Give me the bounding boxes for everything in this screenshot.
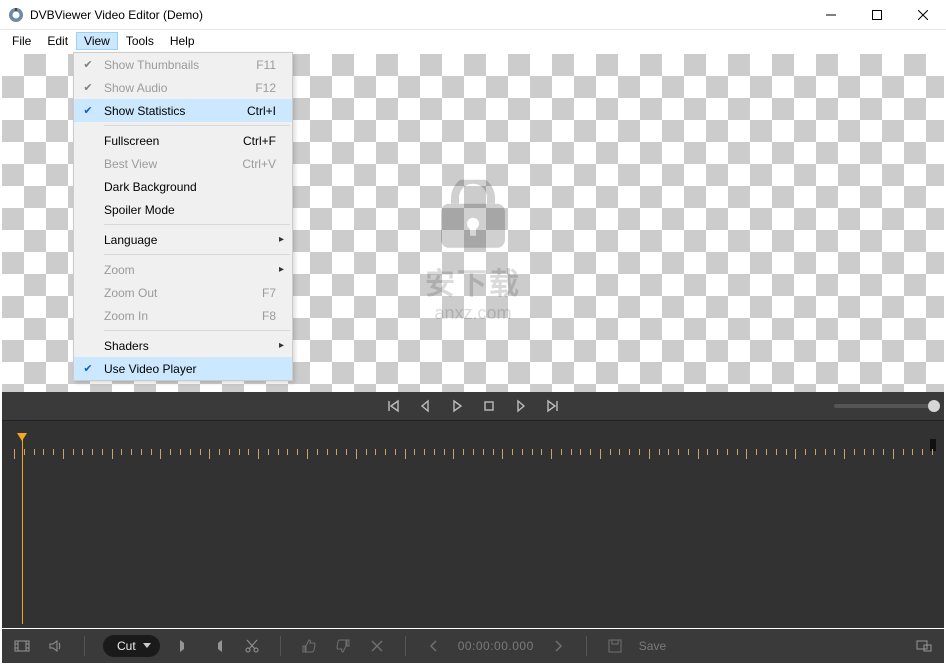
cut-label: Cut <box>117 639 136 653</box>
menu-shortcut: Ctrl+F <box>243 134 292 148</box>
mark-out-icon[interactable] <box>208 636 228 656</box>
menu-item-zoom-out: Zoom OutF7 <box>74 281 292 304</box>
menu-file[interactable]: File <box>4 32 39 50</box>
menu-separator <box>104 254 290 255</box>
menubar: File Edit View Tools Help <box>0 30 946 52</box>
app-icon <box>8 7 24 23</box>
checkmark-icon: ✔ <box>83 58 92 71</box>
separator <box>84 636 85 656</box>
menu-item-label: Spoiler Mode <box>102 203 292 217</box>
submenu-arrow-icon: ▸ <box>279 234 284 245</box>
submenu-arrow-icon: ▸ <box>279 340 284 351</box>
skip-back-button[interactable] <box>386 399 400 413</box>
window-title: DVBViewer Video Editor (Demo) <box>30 8 203 22</box>
watermark-text-en: anxz.com <box>425 303 521 324</box>
save-icon[interactable] <box>605 636 625 656</box>
audio-icon[interactable] <box>46 636 66 656</box>
minimize-button[interactable] <box>808 0 854 30</box>
mark-in-icon[interactable] <box>174 636 194 656</box>
thumbs-up-icon[interactable] <box>299 636 319 656</box>
titlebar: DVBViewer Video Editor (Demo) <box>0 0 946 30</box>
slider-knob[interactable] <box>928 400 940 412</box>
menu-item-label: Zoom <box>102 263 292 277</box>
maximize-button[interactable] <box>854 0 900 30</box>
step-back-button[interactable] <box>418 399 432 413</box>
menu-item-language[interactable]: Language▸ <box>74 228 292 251</box>
close-button[interactable] <box>900 0 946 30</box>
playhead[interactable] <box>22 439 23 624</box>
separator <box>586 636 587 656</box>
layout-icon[interactable] <box>914 636 934 656</box>
step-forward-button[interactable] <box>514 399 528 413</box>
skip-forward-button[interactable] <box>546 399 560 413</box>
menu-item-label: Zoom Out <box>102 286 262 300</box>
menu-item-show-audio: ✔ Show AudioF12 <box>74 76 292 99</box>
menu-tools[interactable]: Tools <box>118 32 162 50</box>
menu-item-label: Show Thumbnails <box>102 58 256 72</box>
delete-icon[interactable] <box>367 636 387 656</box>
timeline-ruler <box>14 449 932 465</box>
menu-item-zoom: Zoom▸ <box>74 258 292 281</box>
save-label: Save <box>639 639 666 653</box>
menu-item-spoiler-mode[interactable]: Spoiler Mode <box>74 198 292 221</box>
separator <box>405 636 406 656</box>
menu-item-label: Dark Background <box>102 180 292 194</box>
menu-shortcut: Ctrl+V <box>242 157 292 171</box>
volume-slider[interactable] <box>834 404 934 408</box>
menu-item-use-video-player[interactable]: ✔ Use Video Player <box>74 357 292 380</box>
menu-separator <box>104 330 290 331</box>
next-marker-icon[interactable] <box>548 636 568 656</box>
menu-shortcut: F11 <box>256 58 292 72</box>
menu-edit[interactable]: Edit <box>39 32 76 50</box>
check-column: ✔ <box>74 362 102 375</box>
menu-item-fullscreen[interactable]: FullscreenCtrl+F <box>74 129 292 152</box>
separator <box>280 636 281 656</box>
checkmark-icon: ✔ <box>83 81 92 94</box>
menu-shortcut: F8 <box>262 309 292 323</box>
menu-item-dark-background[interactable]: Dark Background <box>74 175 292 198</box>
film-icon[interactable] <box>12 636 32 656</box>
check-column: ✔ <box>74 81 102 94</box>
thumbs-down-icon[interactable] <box>333 636 353 656</box>
watermark-text-zh: 安下载 <box>425 259 521 303</box>
menu-item-label: Zoom In <box>102 309 262 323</box>
checkmark-icon: ✔ <box>83 104 92 117</box>
play-button[interactable] <box>450 399 464 413</box>
timecode: 00:00:00.000 <box>458 639 534 653</box>
menu-item-label: Show Audio <box>102 81 255 95</box>
menu-help[interactable]: Help <box>162 32 203 50</box>
menu-separator <box>104 224 290 225</box>
menu-item-shaders[interactable]: Shaders▸ <box>74 334 292 357</box>
menu-shortcut: Ctrl+I <box>247 104 292 118</box>
watermark: 安下载 anxz.com <box>425 180 521 324</box>
menu-item-show-statistics[interactable]: ✔ Show StatisticsCtrl+I <box>74 99 292 122</box>
menu-shortcut: F12 <box>255 81 292 95</box>
cut-mode-dropdown[interactable]: Cut <box>103 635 160 657</box>
lock-icon <box>431 180 515 250</box>
menu-item-label: Show Statistics <box>102 104 247 118</box>
check-column: ✔ <box>74 104 102 117</box>
menu-separator <box>104 125 290 126</box>
stop-button[interactable] <box>482 399 496 413</box>
menu-item-show-thumbnails: ✔ Show ThumbnailsF11 <box>74 53 292 76</box>
bottom-toolbar: Cut 00:00:00.000 Save <box>2 629 944 663</box>
prev-marker-icon[interactable] <box>424 636 444 656</box>
timeline[interactable] <box>2 420 944 628</box>
playback-bar <box>2 392 944 420</box>
menu-item-best-view: Best ViewCtrl+V <box>74 152 292 175</box>
submenu-arrow-icon: ▸ <box>279 264 284 275</box>
check-column: ✔ <box>74 58 102 71</box>
menu-view[interactable]: View <box>76 32 118 50</box>
menu-item-label: Fullscreen <box>102 134 243 148</box>
menu-item-label: Use Video Player <box>102 362 292 376</box>
menu-item-label: Language <box>102 233 292 247</box>
menu-shortcut: F7 <box>262 286 292 300</box>
menu-item-label: Shaders <box>102 339 292 353</box>
checkmark-icon: ✔ <box>83 362 92 375</box>
cut-icon[interactable] <box>242 636 262 656</box>
menu-item-zoom-in: Zoom InF8 <box>74 304 292 327</box>
menu-item-label: Best View <box>102 157 242 171</box>
view-dropdown: ✔ Show ThumbnailsF11 ✔ Show AudioF12 ✔ Show S… <box>73 52 293 381</box>
